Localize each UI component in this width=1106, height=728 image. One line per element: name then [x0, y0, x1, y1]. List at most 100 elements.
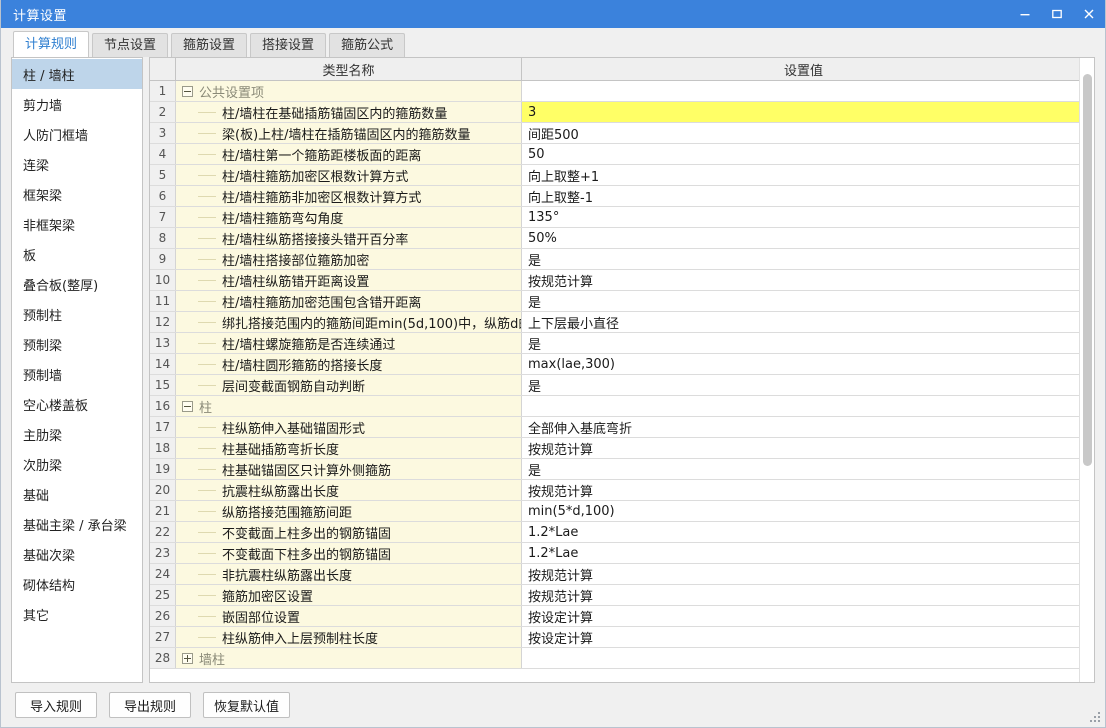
table-row[interactable]: 28 墙柱 [150, 648, 1079, 669]
type-name-cell[interactable]: 纵筋搭接范围箍筋间距 [176, 501, 522, 521]
setting-value-cell[interactable]: 按规范计算 [522, 480, 1079, 500]
sidebar-item[interactable]: 预制梁 [12, 329, 142, 359]
sidebar-item[interactable]: 连梁 [12, 149, 142, 179]
tab-stirrup-formula[interactable]: 箍筋公式 [329, 33, 406, 57]
type-name-cell[interactable]: 柱/墙柱箍筋加密区根数计算方式 [176, 165, 522, 185]
sidebar-item[interactable]: 非框架梁 [12, 209, 142, 239]
table-row[interactable]: 23 不变截面下柱多出的钢筋锚固 1.2*Lae [150, 543, 1079, 564]
table-row[interactable]: 1 公共设置项 [150, 81, 1079, 102]
type-name-cell[interactable]: 柱/墙柱在基础插筋锚固区内的箍筋数量 [176, 102, 522, 122]
type-name-cell[interactable]: 箍筋加密区设置 [176, 585, 522, 605]
sidebar-item[interactable]: 预制柱 [12, 299, 142, 329]
grid-vertical-scrollbar[interactable] [1079, 58, 1094, 682]
type-name-cell[interactable]: 嵌固部位设置 [176, 606, 522, 626]
setting-value-cell[interactable]: 按设定计算 [522, 606, 1079, 626]
sidebar-item[interactable]: 砌体结构 [12, 569, 142, 599]
sidebar-item[interactable]: 基础次梁 [12, 539, 142, 569]
setting-value-cell[interactable]: 按规范计算 [522, 564, 1079, 584]
close-button[interactable] [1073, 0, 1105, 28]
type-name-cell[interactable]: 柱纵筋伸入上层预制柱长度 [176, 627, 522, 647]
tab-node-settings[interactable]: 节点设置 [92, 33, 169, 57]
setting-value-cell[interactable]: max(lae,300) [522, 354, 1079, 374]
sidebar-item[interactable]: 基础主梁 / 承台梁 [12, 509, 142, 539]
table-row[interactable]: 22 不变截面上柱多出的钢筋锚固 1.2*Lae [150, 522, 1079, 543]
sidebar-item[interactable]: 次肋梁 [12, 449, 142, 479]
type-name-cell[interactable]: 柱/墙柱第一个箍筋距楼板面的距离 [176, 144, 522, 164]
table-row[interactable]: 18 柱基础插筋弯折长度 按规范计算 [150, 438, 1079, 459]
type-name-cell[interactable]: 公共设置项 [176, 81, 522, 101]
setting-value-cell[interactable]: min(5*d,100) [522, 501, 1079, 521]
type-name-cell[interactable]: 抗震柱纵筋露出长度 [176, 480, 522, 500]
table-row[interactable]: 7 柱/墙柱箍筋弯勾角度 135° [150, 207, 1079, 228]
table-row[interactable]: 14 柱/墙柱圆形箍筋的搭接长度 max(lae,300) [150, 354, 1079, 375]
table-row[interactable]: 27 柱纵筋伸入上层预制柱长度 按设定计算 [150, 627, 1079, 648]
sidebar-item[interactable]: 其它 [12, 599, 142, 629]
type-name-cell[interactable]: 柱/墙柱圆形箍筋的搭接长度 [176, 354, 522, 374]
setting-value-cell[interactable]: 是 [522, 291, 1079, 311]
export-rules-button[interactable]: 导出规则 [109, 692, 191, 718]
table-row[interactable]: 6 柱/墙柱箍筋非加密区根数计算方式 向上取整-1 [150, 186, 1079, 207]
sidebar-item[interactable]: 空心楼盖板 [12, 389, 142, 419]
table-row[interactable]: 2 柱/墙柱在基础插筋锚固区内的箍筋数量 3 [150, 102, 1079, 123]
type-name-cell[interactable]: 柱 [176, 396, 522, 416]
table-row[interactable]: 19 柱基础锚固区只计算外侧箍筋 是 [150, 459, 1079, 480]
setting-value-cell[interactable]: 1.2*Lae [522, 543, 1079, 563]
sidebar-item[interactable]: 叠合板(整厚) [12, 269, 142, 299]
sidebar-item[interactable]: 基础 [12, 479, 142, 509]
sidebar-item[interactable]: 人防门框墙 [12, 119, 142, 149]
table-row[interactable]: 20 抗震柱纵筋露出长度 按规范计算 [150, 480, 1079, 501]
type-name-cell[interactable]: 柱/墙柱纵筋搭接接头错开百分率 [176, 228, 522, 248]
type-name-cell[interactable]: 柱/墙柱箍筋加密范围包含错开距离 [176, 291, 522, 311]
setting-value-cell[interactable]: 50 [522, 144, 1079, 164]
type-name-cell[interactable]: 柱/墙柱搭接部位箍筋加密 [176, 249, 522, 269]
collapse-node-icon[interactable] [182, 400, 193, 412]
setting-value-cell[interactable]: 按规范计算 [522, 438, 1079, 458]
table-row[interactable]: 12 绑扎搭接范围内的箍筋间距min(5d,100)中，纵筋d的取值上下层最小直径 [150, 312, 1079, 333]
setting-value-cell[interactable]: 向上取整-1 [522, 186, 1079, 206]
table-row[interactable]: 26 嵌固部位设置 按设定计算 [150, 606, 1079, 627]
type-name-cell[interactable]: 层间变截面钢筋自动判断 [176, 375, 522, 395]
table-row[interactable]: 11 柱/墙柱箍筋加密范围包含错开距离 是 [150, 291, 1079, 312]
expand-node-icon[interactable] [182, 652, 193, 664]
table-row[interactable]: 4 柱/墙柱第一个箍筋距楼板面的距离 50 [150, 144, 1079, 165]
minimize-button[interactable] [1009, 0, 1041, 28]
collapse-node-icon[interactable] [182, 85, 193, 97]
setting-value-cell[interactable]: 按设定计算 [522, 627, 1079, 647]
sidebar-item[interactable]: 剪力墙 [12, 89, 142, 119]
type-name-cell[interactable]: 不变截面下柱多出的钢筋锚固 [176, 543, 522, 563]
table-row[interactable]: 25 箍筋加密区设置 按规范计算 [150, 585, 1079, 606]
setting-value-cell[interactable] [522, 81, 1079, 101]
type-name-cell[interactable]: 柱/墙柱纵筋错开距离设置 [176, 270, 522, 290]
maximize-button[interactable] [1041, 0, 1073, 28]
table-row[interactable]: 16 柱 [150, 396, 1079, 417]
setting-value-cell[interactable]: 按规范计算 [522, 585, 1079, 605]
type-name-cell[interactable]: 墙柱 [176, 648, 522, 668]
table-row[interactable]: 8 柱/墙柱纵筋搭接接头错开百分率 50% [150, 228, 1079, 249]
setting-value-cell[interactable]: 是 [522, 375, 1079, 395]
type-name-cell[interactable]: 柱/墙柱箍筋弯勾角度 [176, 207, 522, 227]
table-row[interactable]: 21 纵筋搭接范围箍筋间距 min(5*d,100) [150, 501, 1079, 522]
setting-value-cell[interactable]: 间距500 [522, 123, 1079, 143]
setting-value-cell[interactable]: 是 [522, 249, 1079, 269]
table-row[interactable]: 10 柱/墙柱纵筋错开距离设置 按规范计算 [150, 270, 1079, 291]
table-row[interactable]: 13 柱/墙柱螺旋箍筋是否连续通过 是 [150, 333, 1079, 354]
setting-value-cell[interactable]: 全部伸入基底弯折 [522, 417, 1079, 437]
sidebar-item[interactable]: 板 [12, 239, 142, 269]
type-name-cell[interactable]: 柱/墙柱箍筋非加密区根数计算方式 [176, 186, 522, 206]
setting-value-cell[interactable]: 上下层最小直径 [522, 312, 1079, 332]
setting-value-cell[interactable] [522, 396, 1079, 416]
sidebar-item[interactable]: 预制墙 [12, 359, 142, 389]
sidebar-item[interactable]: 框架梁 [12, 179, 142, 209]
setting-value-cell[interactable]: 是 [522, 333, 1079, 353]
table-row[interactable]: 9 柱/墙柱搭接部位箍筋加密 是 [150, 249, 1079, 270]
setting-value-cell[interactable]: 3 [522, 102, 1079, 122]
tab-lap-settings[interactable]: 搭接设置 [250, 33, 327, 57]
type-name-cell[interactable]: 柱纵筋伸入基础锚固形式 [176, 417, 522, 437]
setting-value-cell[interactable]: 1.2*Lae [522, 522, 1079, 542]
table-row[interactable]: 17 柱纵筋伸入基础锚固形式 全部伸入基底弯折 [150, 417, 1079, 438]
table-row[interactable]: 15 层间变截面钢筋自动判断 是 [150, 375, 1079, 396]
table-row[interactable]: 24 非抗震柱纵筋露出长度 按规范计算 [150, 564, 1079, 585]
setting-value-cell[interactable]: 按规范计算 [522, 270, 1079, 290]
setting-value-cell[interactable]: 50% [522, 228, 1079, 248]
setting-value-cell[interactable] [522, 648, 1079, 668]
